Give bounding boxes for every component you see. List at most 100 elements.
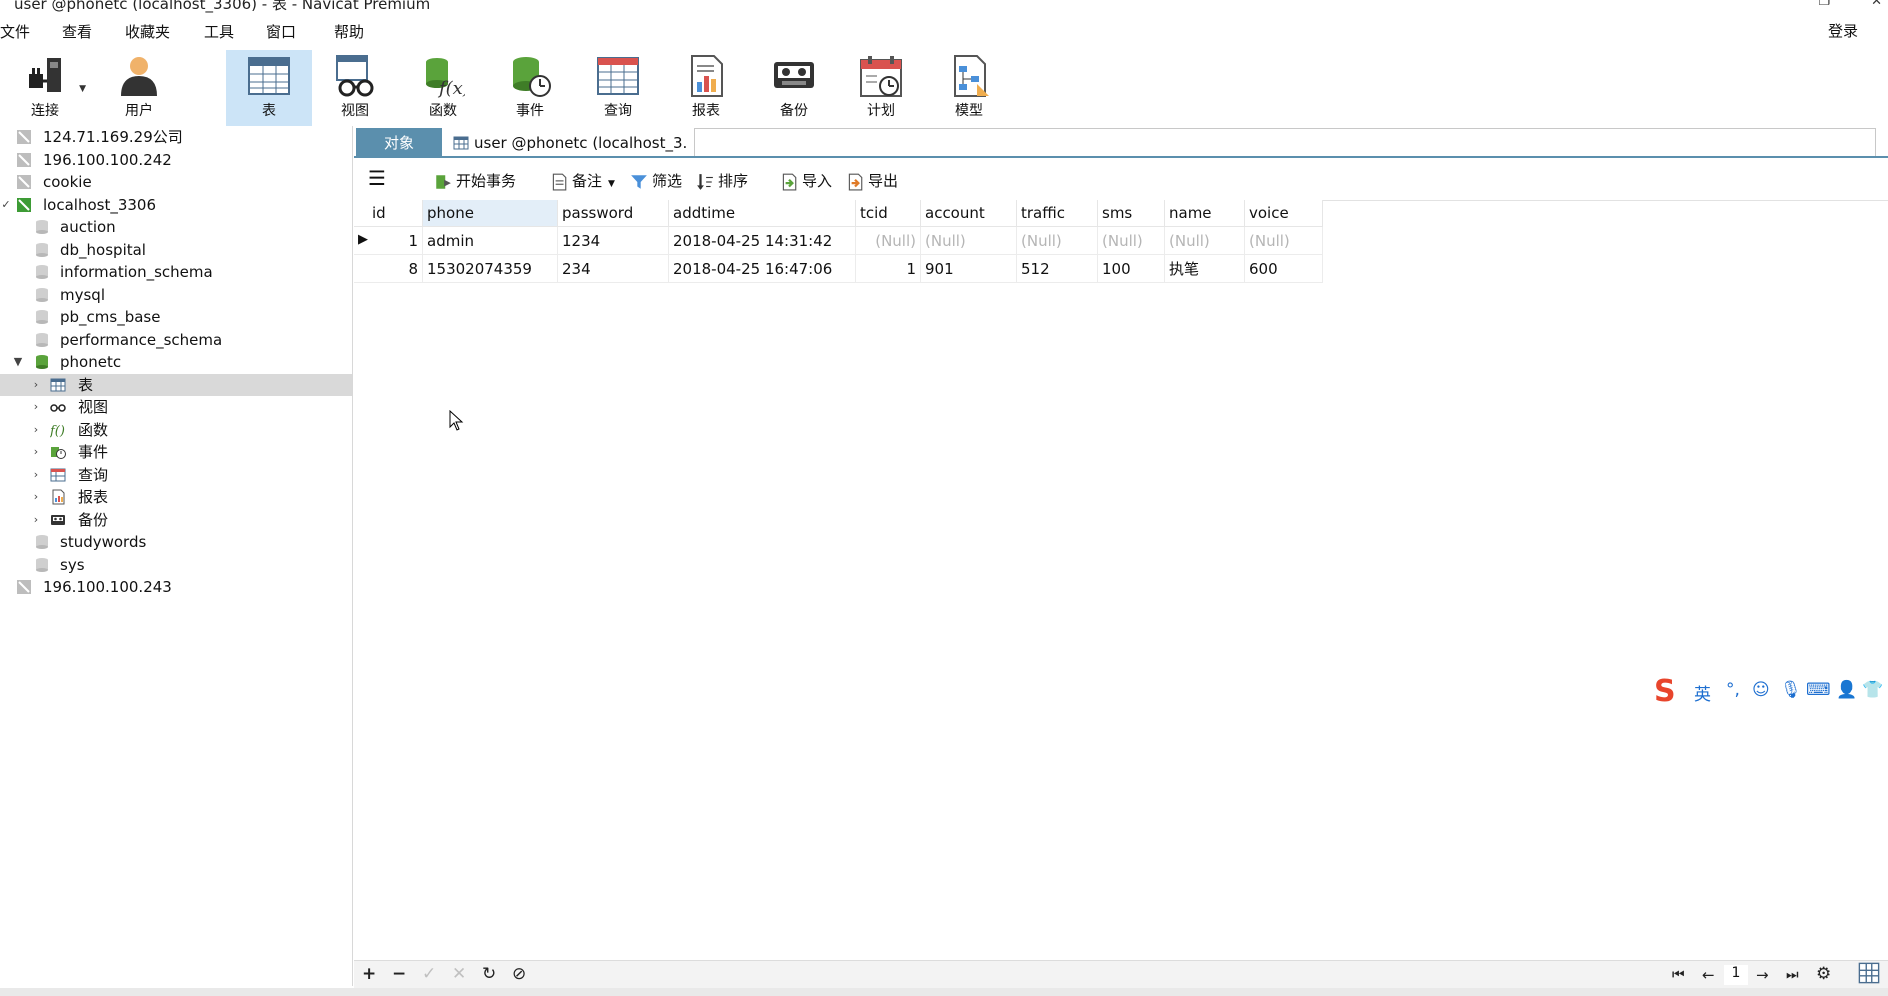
chevron-right-icon[interactable]: › [30,441,42,463]
column-header-account[interactable]: account [920,200,1017,227]
table-cell-password[interactable]: 1234 [557,226,669,255]
user-center-icon[interactable]: 👤 [1836,680,1857,700]
table-button[interactable]: 表 [226,50,312,126]
menu-file[interactable]: 文件 [0,21,30,42]
apply-changes-button[interactable]: ✓ [422,964,436,984]
previous-page-button[interactable]: ← [1702,966,1715,984]
backup-button[interactable]: 备份 [751,50,837,126]
sort-button[interactable]: 排序 [696,170,748,192]
tree-connection-localhost[interactable]: ✓ localhost_3306 [0,194,352,216]
tree-database-pb-cms-base[interactable]: pb_cms_base [0,306,352,328]
stop-button[interactable]: ⊘ [512,964,526,984]
keyboard-icon[interactable]: ⌨ [1806,680,1831,700]
page-number-input[interactable]: 1 [1724,965,1748,985]
next-page-button[interactable]: → [1756,966,1769,984]
event-button[interactable]: 事件 [487,50,573,126]
tree-queries[interactable]: › 查询 [0,464,352,486]
tree-database-sys[interactable]: sys [0,554,352,576]
menu-icon[interactable]: ☰ [368,167,386,189]
tree-connection-243[interactable]: 196.100.100.243 [0,576,352,598]
table-cell-account[interactable]: (Null) [920,226,1017,255]
grid-view-icon[interactable] [1858,962,1880,989]
table-cell-name[interactable]: 执笔 [1164,254,1245,283]
tree-views[interactable]: › 视图 [0,396,352,418]
import-button[interactable]: 导入 [780,170,832,192]
chevron-right-icon[interactable]: › [30,374,42,396]
connect-button[interactable]: ▼ 连接 [2,50,88,126]
chevron-down-icon[interactable]: ▼ [79,84,86,94]
tree-connection-cookie[interactable]: cookie [0,171,352,193]
menu-favorites[interactable]: 收藏夹 [125,21,170,42]
schedule-button[interactable]: 计划 [838,50,924,126]
chevron-down-icon[interactable]: ▼ [12,351,24,373]
chevron-right-icon[interactable]: › [30,464,42,486]
tree-connection-124[interactable]: 124.71.169.29公司 [0,126,352,148]
report-button[interactable]: 报表 [663,50,749,126]
tree-functions[interactable]: › f() 函数 [0,419,352,441]
first-page-button[interactable]: ⏮ [1672,967,1685,983]
tree-database-phonetc[interactable]: ▼ phonetc [0,351,352,373]
function-button[interactable]: f(x) 函数 [400,50,486,126]
chevron-right-icon[interactable]: › [30,396,42,418]
table-cell-sms[interactable]: 100 [1097,254,1165,283]
filter-button[interactable]: 筛选 [630,170,682,192]
table-cell-tcid[interactable]: 1 [855,254,921,283]
tree-database-db-hospital[interactable]: db_hospital [0,239,352,261]
table-cell-phone[interactable]: 15302074359 [422,254,558,283]
table-cell-sms[interactable]: (Null) [1097,226,1165,255]
begin-transaction-button[interactable]: 开始事务 [434,170,516,192]
table-cell-phone[interactable]: admin [422,226,558,255]
column-header-addtime[interactable]: addtime [668,200,856,227]
column-header-sms[interactable]: sms [1097,200,1165,227]
refresh-button[interactable]: ↻ [482,964,496,984]
chevron-right-icon[interactable]: › [30,486,42,508]
punctuation-icon[interactable]: °, [1726,680,1740,700]
tab-objects[interactable]: 对象 [356,128,442,158]
user-button[interactable]: 用户 [96,50,182,126]
note-button[interactable]: 备注 ▼ [550,170,615,192]
column-header-voice[interactable]: voice [1244,200,1323,227]
table-cell-voice[interactable]: 600 [1244,254,1323,283]
column-header-id[interactable]: id [354,200,423,227]
tree-tables[interactable]: › 表 [0,373,352,396]
menu-help[interactable]: 帮助 [334,21,364,42]
emoji-icon[interactable]: ☺ [1752,680,1770,700]
close-icon[interactable]: ✕ [1871,0,1882,9]
tree-database-mysql[interactable]: mysql [0,284,352,306]
table-cell-tcid[interactable]: (Null) [855,226,921,255]
table-cell-password[interactable]: 234 [557,254,669,283]
add-record-button[interactable]: + [362,964,376,984]
table-cell-voice[interactable]: (Null) [1244,226,1323,255]
tree-backups[interactable]: › 备份 [0,509,352,531]
tree-connection-242[interactable]: 196.100.100.242 [0,149,352,171]
tree-events[interactable]: › 事件 [0,441,352,463]
table-cell-account[interactable]: 901 [920,254,1017,283]
skin-icon[interactable]: 👕 [1862,680,1883,700]
chevron-right-icon[interactable]: › [30,509,42,531]
tab-user-table[interactable]: user @phonetc (localhost_3... [446,128,686,158]
column-header-password[interactable]: password [557,200,669,227]
sogou-logo-icon[interactable]: S [1654,674,1676,709]
table-cell-id[interactable]: 8 [354,254,423,283]
table-cell-traffic[interactable]: 512 [1016,254,1098,283]
column-header-tcid[interactable]: tcid [855,200,921,227]
settings-gear-icon[interactable]: ⚙ [1816,964,1831,984]
view-button[interactable]: 视图 [312,50,398,126]
column-header-traffic[interactable]: traffic [1016,200,1098,227]
delete-record-button[interactable]: − [392,964,406,984]
microphone-icon[interactable]: 🎙 [1780,680,1802,700]
tree-database-information-schema[interactable]: information_schema [0,261,352,283]
column-header-name[interactable]: name [1164,200,1245,227]
column-header-phone[interactable]: phone [422,200,558,227]
query-button[interactable]: 查询 [575,50,661,126]
model-button[interactable]: 模型 [926,50,1012,126]
discard-changes-button[interactable]: ✕ [452,964,466,984]
table-row[interactable]: ▶ 1 admin 1234 2018-04-25 14:31:42 (Null)… [354,226,1323,255]
tree-database-performance-schema[interactable]: performance_schema [0,329,352,351]
last-page-button[interactable]: ⏭ [1786,967,1799,983]
table-cell-addtime[interactable]: 2018-04-25 14:31:42 [668,226,856,255]
table-cell-traffic[interactable]: (Null) [1016,226,1098,255]
tree-reports[interactable]: › 报表 [0,486,352,508]
chevron-right-icon[interactable]: › [30,419,42,441]
chevron-down-icon[interactable]: ✓ [0,194,12,216]
